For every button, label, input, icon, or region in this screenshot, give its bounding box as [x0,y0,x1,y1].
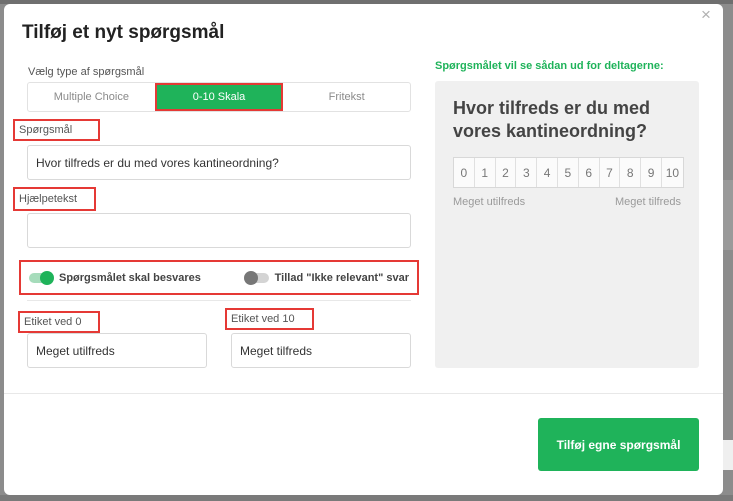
backdrop-bottom [0,495,733,501]
required-switch[interactable] [29,270,54,285]
scale-option: 9 [641,158,662,187]
scale-option: 6 [579,158,600,187]
question-type-label: Vælg type af spørgsmål [28,66,145,78]
help-text-input[interactable] [27,213,411,248]
scale-option: 3 [516,158,538,187]
modal-title: Tilføj et nyt spørgsmål [22,22,225,43]
scale-option: 4 [537,158,558,187]
type-multiple-choice-button[interactable]: Multiple Choice [28,83,155,111]
question-input[interactable]: Hvor tilfreds er du med vores kantineord… [27,145,411,180]
divider [27,300,411,301]
preview-panel: Hvor tilfreds er du med vores kantineord… [435,81,699,368]
help-text-label: Hjælpetekst [13,187,96,211]
type-free-text-button[interactable]: Fritekst [283,83,410,111]
backdrop-right [723,180,733,250]
preview-scale: 0 1 2 3 4 5 6 7 8 9 10 [453,157,684,188]
scale-option: 2 [496,158,517,187]
add-question-button[interactable]: Tilføj egne spørgsmål [538,418,699,471]
footer-divider [4,393,723,394]
question-type-selector: Multiple Choice 0-10 Skala Fritekst [27,82,411,112]
scale-option: 1 [475,158,496,187]
preview-high-label: Meget tilfreds [614,196,681,208]
backdrop-right-lower [723,440,733,470]
not-relevant-toggle[interactable]: Tillad "Ikke relevant" svar [243,270,409,285]
scale-option: 8 [620,158,642,187]
label-0-label: Etiket ved 0 [18,311,100,333]
label-10-label: Etiket ved 10 [225,308,314,330]
preview-question: Hvor tilfreds er du med vores kantineord… [453,98,651,141]
label-0-input[interactable]: Meget utilfreds [27,333,207,368]
add-question-modal: Tilføj et nyt spørgsmål × Vælg type af s… [4,4,723,495]
not-relevant-toggle-label: Tillad "Ikke relevant" svar [274,271,409,284]
close-icon[interactable]: × [697,6,715,24]
scale-option: 0 [454,158,475,187]
question-label: Spørgsmål [13,119,100,141]
scale-option: 5 [558,158,579,187]
toggle-row: Spørgsmålet skal besvares Tillad "Ikke r… [19,260,419,295]
required-toggle-label: Spørgsmålet skal besvares [59,271,201,284]
preview-low-label: Meget utilfreds [453,196,526,208]
type-scale-button[interactable]: 0-10 Skala [154,83,284,111]
scale-option: 7 [600,158,621,187]
scale-option: 10 [665,165,680,180]
not-relevant-switch[interactable] [243,270,269,285]
required-toggle[interactable]: Spørgsmålet skal besvares [29,270,201,285]
label-10-input[interactable]: Meget tilfreds [231,333,411,368]
preview-heading: Spørgsmålet vil se sådan ud for deltager… [435,60,664,72]
